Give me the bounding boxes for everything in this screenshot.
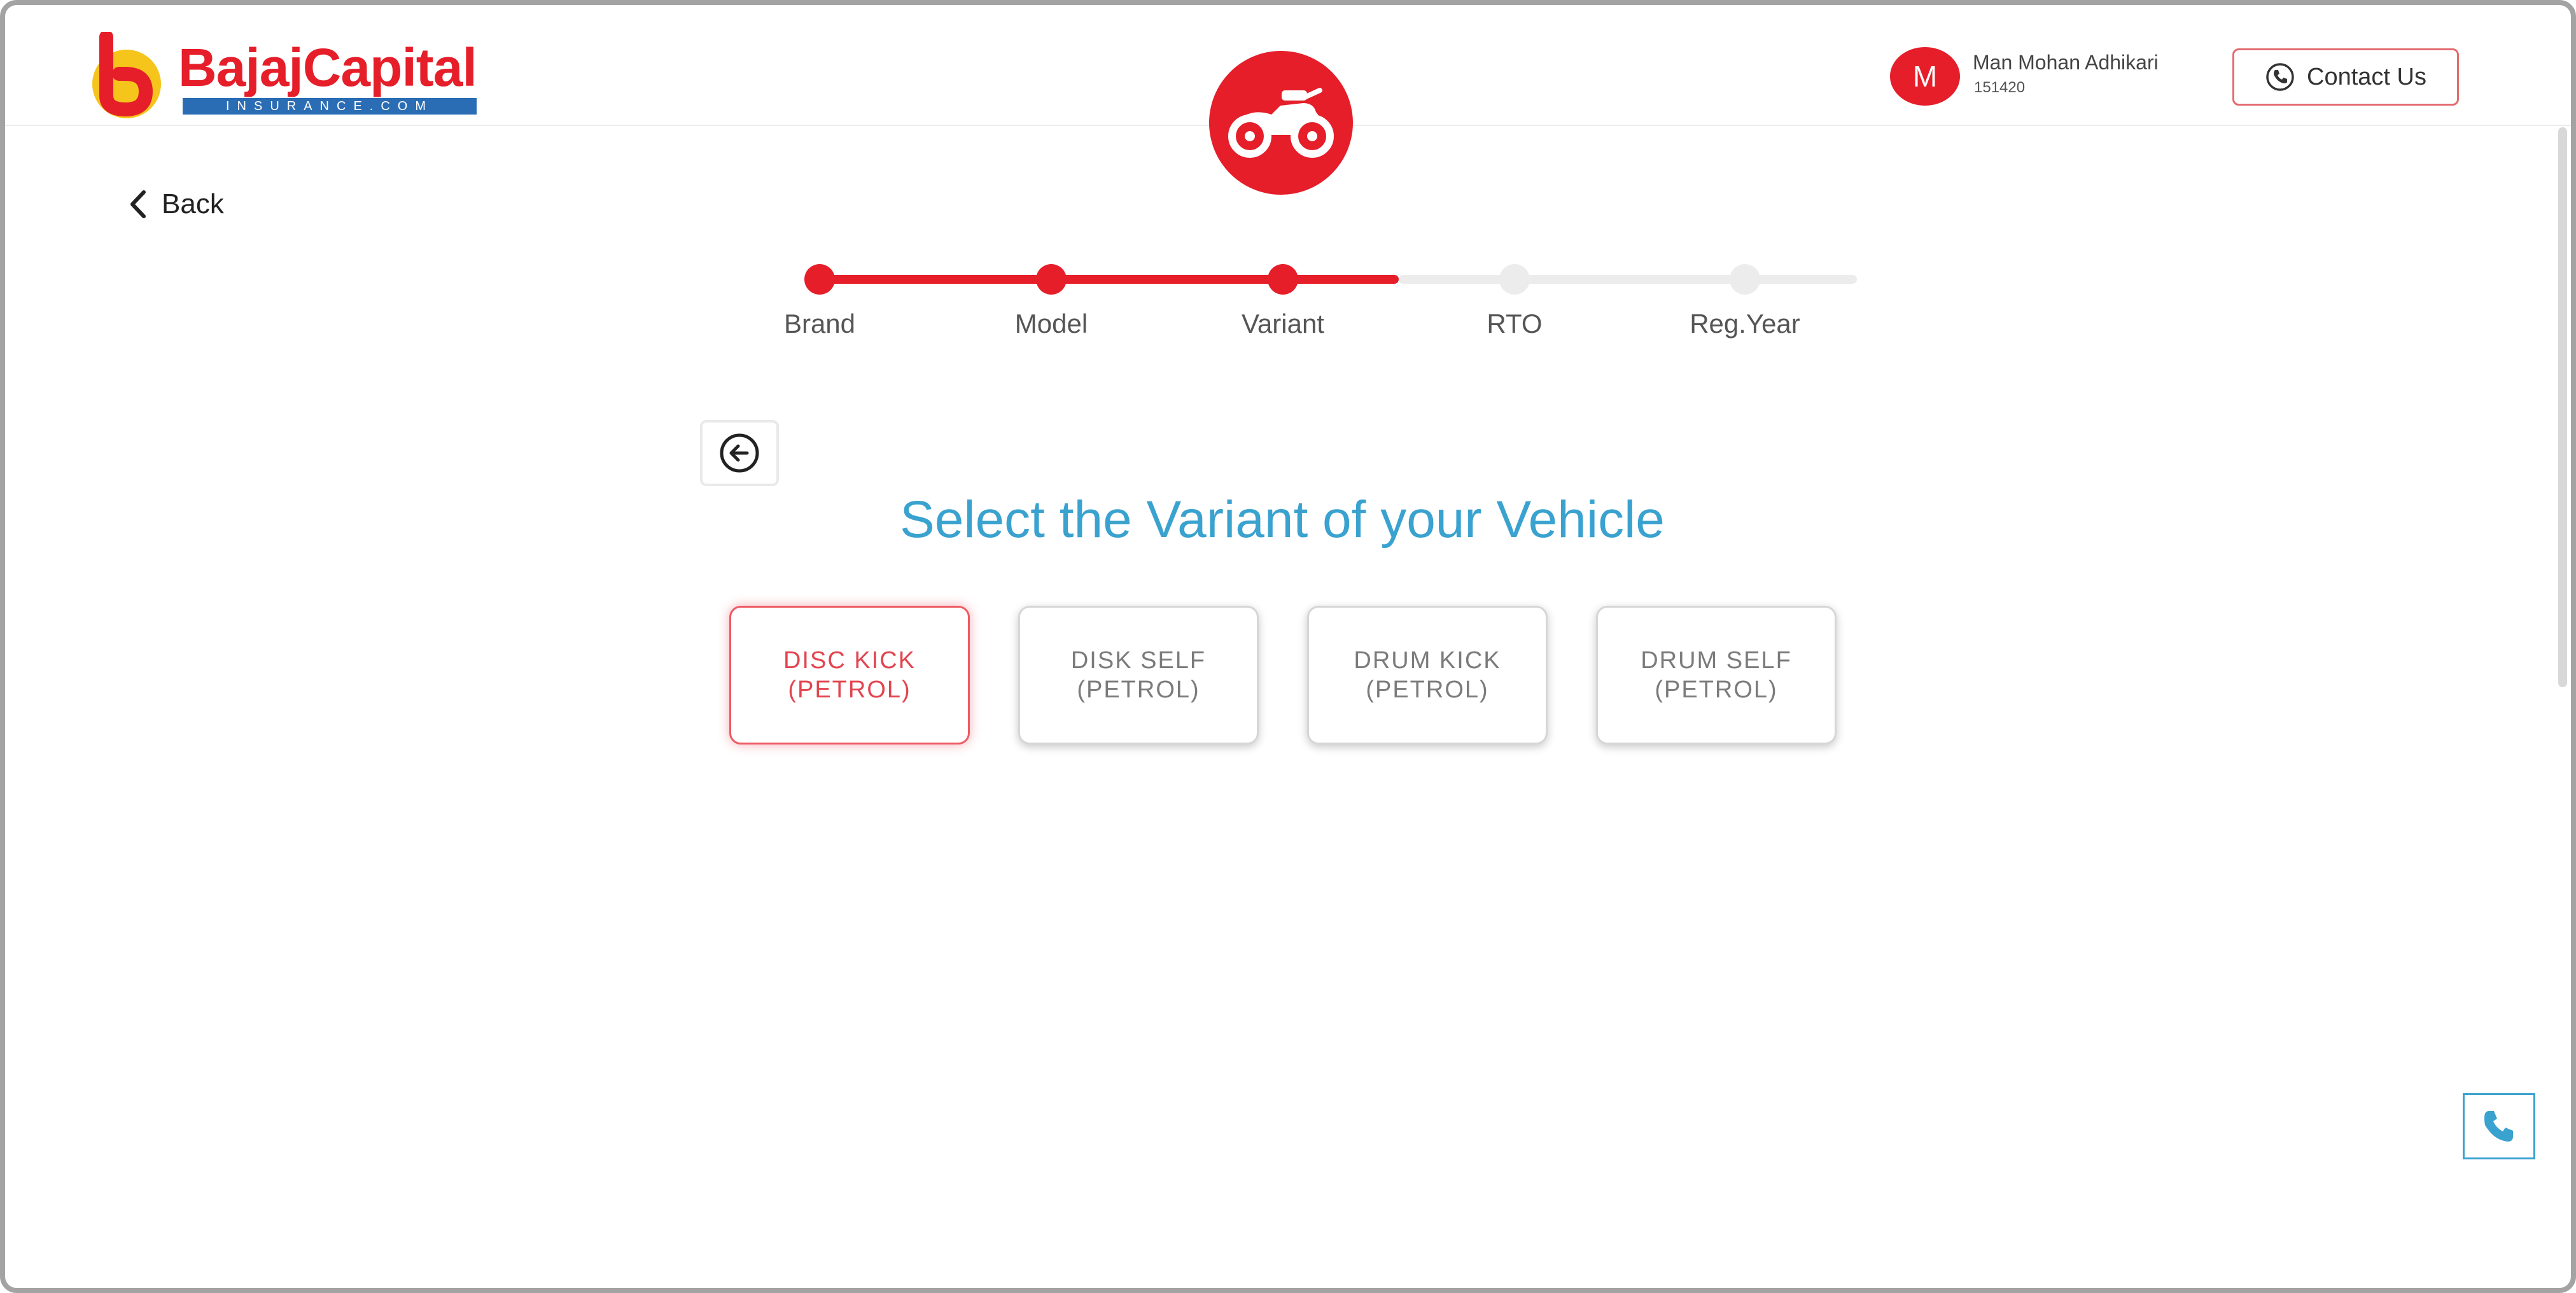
bajaj-capital-logo-icon [92,32,161,118]
step-dot [1036,264,1067,295]
phone-icon [2484,1111,2513,1142]
brand-name: BajajCapital [178,38,477,97]
contact-us-button[interactable]: Contact Us [2232,48,2459,106]
previous-step-button[interactable] [700,420,779,486]
browser-top-strip [5,5,2571,29]
step-dot [1730,264,1760,295]
step-model[interactable]: Model [972,255,1131,339]
back-label: Back [162,188,224,220]
step-dot [1499,264,1530,295]
step-dot [1268,264,1298,295]
step-label: Model [1014,309,1088,339]
variant-option-drum-self[interactable]: DRUM SELF (PETROL) [1596,606,1837,744]
contact-us-label: Contact Us [2307,63,2426,90]
chevron-left-icon [130,190,146,218]
variant-name: DISC KICK [783,647,916,674]
user-id: 151420 [1974,79,2026,96]
vehicle-type-badge [1209,51,1353,195]
step-reg-year: Reg.Year [1665,255,1824,339]
variant-name: DRUM KICK [1354,647,1501,674]
call-floating-button[interactable] [2463,1093,2535,1159]
variant-fuel: (PETROL) [1366,676,1489,703]
variant-name: DISK SELF [1070,647,1207,674]
variant-fuel: (PETROL) [1655,676,1778,703]
page-title: Select the Variant of your Vehicle [900,491,1665,549]
variant-fuel: (PETROL) [788,676,911,703]
step-label: Variant [1242,309,1324,339]
user-name: Man Mohan Adhikari [1973,51,2159,74]
variant-name: DRUM SELF [1641,647,1792,674]
variant-option-drum-kick[interactable]: DRUM KICK (PETROL) [1307,606,1548,744]
motorcycle-icon [1228,88,1334,158]
step-variant[interactable]: Variant [1203,255,1362,339]
arrow-left-circle-icon [720,433,759,473]
step-brand[interactable]: Brand [740,255,899,339]
user-avatar[interactable]: M [1890,47,1960,106]
back-link[interactable]: Back [127,188,224,220]
progress-stepper: Brand Model Variant RTO Reg.Year [751,255,1857,350]
variant-option-disk-self[interactable]: DISK SELF (PETROL) [1018,606,1259,744]
phone-icon [2266,63,2294,91]
brand-subtitle: INSURANCE.COM [183,98,477,115]
variant-fuel: (PETROL) [1077,676,1200,703]
brand-logo[interactable]: BajajCapital INSURANCE.COM [80,32,480,121]
step-label: Brand [783,309,856,339]
variant-option-disc-kick[interactable]: DISC KICK (PETROL) [729,606,970,744]
variant-options: DISC KICK (PETROL) DISK SELF (PETROL) DR… [729,606,1837,744]
page-scrollbar[interactable] [2558,127,2567,687]
step-label: RTO [1487,309,1543,339]
step-dot [804,264,835,295]
step-label: Reg.Year [1690,309,1800,339]
step-rto: RTO [1435,255,1594,339]
